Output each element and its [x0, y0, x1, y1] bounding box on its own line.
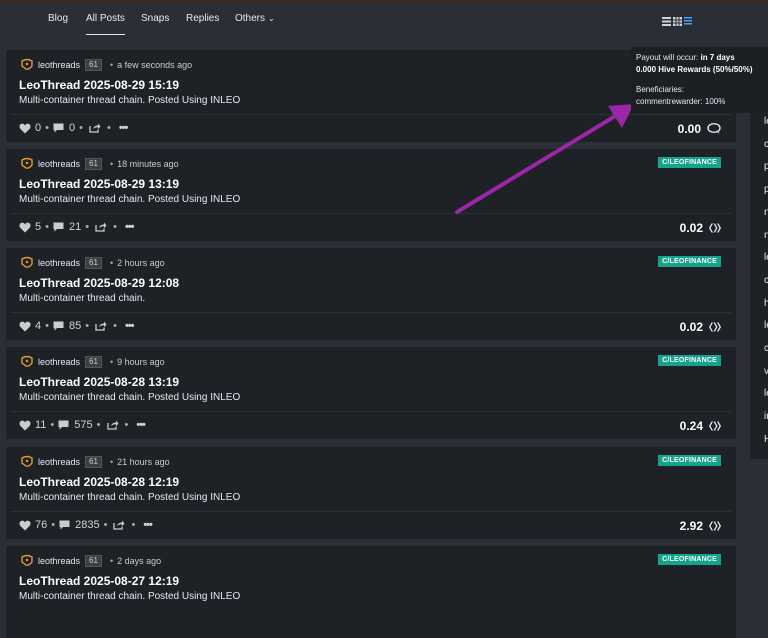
beneficiary: commentrewarder: 100% [636, 97, 726, 106]
payout-when-line: Payout will occur: in 7 days [631, 52, 768, 64]
beneficiaries-label: Beneficiaries: [636, 85, 685, 94]
payout-tooltip: Payout will occur: in 7 days 0.000 Hive … [631, 47, 768, 113]
rewards-line: 0.000 Hive Rewards (50%/50%) [631, 64, 768, 76]
payout-when: in 7 days [700, 53, 735, 62]
rewards: 0.000 Hive Rewards (50%/50%) [636, 65, 753, 74]
payout-prefix: Payout will occur: [636, 53, 701, 62]
